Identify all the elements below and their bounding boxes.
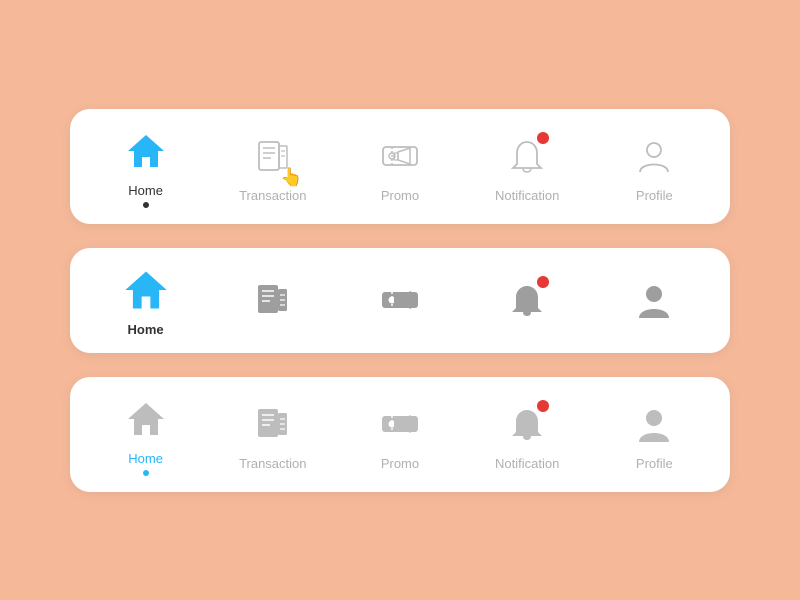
nav-item-home-1[interactable]: Home [106, 125, 186, 208]
cursor-hand-icon: 👆 [280, 167, 302, 188]
home-dot-3 [143, 470, 149, 476]
notification-label-1: Notification [495, 188, 559, 203]
notification-icon-2 [501, 274, 553, 326]
home-icon-1 [120, 125, 172, 177]
nav-item-profile-2[interactable] [614, 274, 694, 326]
nav-item-notification-3[interactable]: Notification [487, 398, 567, 471]
transaction-label-3: Transaction [239, 456, 306, 471]
transaction-icon-3 [247, 398, 299, 450]
home-dot-1 [143, 202, 149, 208]
notification-badge-1 [537, 132, 549, 144]
transaction-icon-1: 👆 [247, 130, 299, 182]
navbar-3: Home Transaction [70, 377, 730, 492]
notification-icon-3 [501, 398, 553, 450]
nav-item-profile-1[interactable]: Profile [614, 130, 694, 203]
home-label-3: Home [128, 451, 163, 466]
nav-item-transaction-1[interactable]: 👆 Transaction [233, 130, 313, 203]
notification-badge-3 [537, 400, 549, 412]
nav-item-promo-3[interactable]: Promo [360, 398, 440, 471]
nav-item-home-2[interactable]: Home [106, 264, 186, 337]
nav-item-promo-1[interactable]: Promo [360, 130, 440, 203]
navbar-1: Home 👆 Transaction [70, 109, 730, 224]
profile-label-1: Profile [636, 188, 673, 203]
nav-item-promo-2[interactable] [360, 274, 440, 326]
promo-icon-2 [374, 274, 426, 326]
transaction-icon-2 [247, 274, 299, 326]
nav-item-transaction-2[interactable] [233, 274, 313, 326]
profile-icon-3 [628, 398, 680, 450]
home-icon-3 [120, 393, 172, 445]
nav-item-notification-2[interactable] [487, 274, 567, 326]
promo-label-3: Promo [381, 456, 419, 471]
promo-icon-1 [374, 130, 426, 182]
transaction-label-1: Transaction [239, 188, 306, 203]
profile-icon-1 [628, 130, 680, 182]
home-icon-2 [120, 264, 172, 316]
nav-item-notification-1[interactable]: Notification [487, 130, 567, 203]
notification-icon-1 [501, 130, 553, 182]
home-label-1: Home [128, 183, 163, 198]
profile-label-3: Profile [636, 456, 673, 471]
promo-icon-3 [374, 398, 426, 450]
profile-icon-2 [628, 274, 680, 326]
navbar-2: Home [70, 248, 730, 353]
nav-item-profile-3[interactable]: Profile [614, 398, 694, 471]
home-label-2: Home [128, 322, 164, 337]
nav-item-transaction-3[interactable]: Transaction [233, 398, 313, 471]
notification-label-3: Notification [495, 456, 559, 471]
nav-item-home-3[interactable]: Home [106, 393, 186, 476]
promo-label-1: Promo [381, 188, 419, 203]
